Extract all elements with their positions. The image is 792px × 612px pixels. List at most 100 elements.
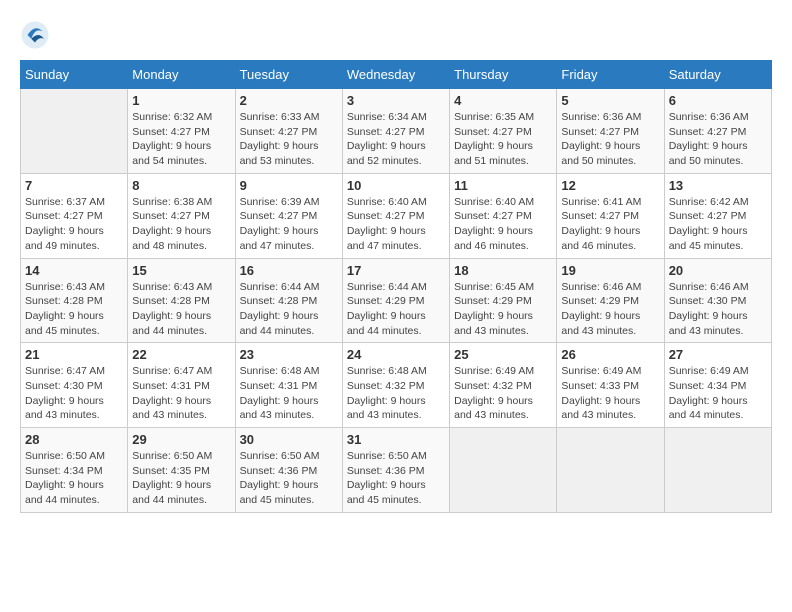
calendar-table: SundayMondayTuesdayWednesdayThursdayFrid…: [20, 60, 772, 513]
calendar-cell: 29Sunrise: 6:50 AM Sunset: 4:35 PM Dayli…: [128, 428, 235, 513]
calendar-cell: 30 Sunrise: 6:50 AM Sunset: 4:36 PM Dayli…: [235, 428, 342, 513]
calendar-cell: 14 Sunrise: 6:43 AM Sunset: 4:28 PM Dayli…: [21, 258, 128, 343]
day-number: 9: [240, 178, 338, 193]
day-number: 20: [669, 263, 767, 278]
calendar-cell: 31 Sunrise: 6:50 AM Sunset: 4:36 PM Dayli…: [342, 428, 449, 513]
day-info: Sunrise: 6:50 AM Sunset: 4:35 PM Dayligh…: [132, 449, 230, 508]
calendar-cell: 21Sunrise: 6:47 AM Sunset: 4:30 PM Dayli…: [21, 343, 128, 428]
day-number: 14: [25, 263, 123, 278]
calendar-cell: 1 Sunrise: 6:32 AM Sunset: 4:27 PM Daylig…: [128, 89, 235, 174]
day-info: Sunrise: 6:40 AM Sunset: 4:27 PM Dayligh…: [347, 195, 445, 254]
day-number: 16: [240, 263, 338, 278]
calendar-cell: 17 Sunrise: 6:44 AM Sunset: 4:29 PM Dayli…: [342, 258, 449, 343]
calendar-cell: 20Sunrise: 6:46 AM Sunset: 4:30 PM Dayli…: [664, 258, 771, 343]
day-info: Sunrise: 6:43 AM Sunset: 4:28 PM Dayligh…: [132, 280, 230, 339]
calendar-header: SundayMondayTuesdayWednesdayThursdayFrid…: [21, 61, 772, 89]
day-number: 26: [561, 347, 659, 362]
weekday-header-monday: Monday: [128, 61, 235, 89]
day-number: 30: [240, 432, 338, 447]
day-number: 27: [669, 347, 767, 362]
calendar-cell: 26 Sunrise: 6:49 AM Sunset: 4:33 PM Dayli…: [557, 343, 664, 428]
logo: [20, 20, 55, 50]
calendar-body: 1 Sunrise: 6:32 AM Sunset: 4:27 PM Daylig…: [21, 89, 772, 513]
day-info: Sunrise: 6:40 AM Sunset: 4:27 PM Dayligh…: [454, 195, 552, 254]
day-info: Sunrise: 6:36 AM Sunset: 4:27 PM Dayligh…: [669, 110, 767, 169]
day-info: Sunrise: 6:41 AM Sunset: 4:27 PM Dayligh…: [561, 195, 659, 254]
day-number: 25: [454, 347, 552, 362]
weekday-header-tuesday: Tuesday: [235, 61, 342, 89]
day-number: 4: [454, 93, 552, 108]
weekday-header-wednesday: Wednesday: [342, 61, 449, 89]
calendar-cell: 19Sunrise: 6:46 AM Sunset: 4:29 PM Dayli…: [557, 258, 664, 343]
calendar-cell: 4 Sunrise: 6:35 AM Sunset: 4:27 PM Daylig…: [450, 89, 557, 174]
day-number: 24: [347, 347, 445, 362]
calendar-cell: 10 Sunrise: 6:40 AM Sunset: 4:27 PM Dayli…: [342, 173, 449, 258]
calendar-week-1: 1 Sunrise: 6:32 AM Sunset: 4:27 PM Daylig…: [21, 89, 772, 174]
day-number: 28: [25, 432, 123, 447]
weekday-header-saturday: Saturday: [664, 61, 771, 89]
calendar-cell: 7Sunrise: 6:37 AM Sunset: 4:27 PM Daylig…: [21, 173, 128, 258]
calendar-cell: 22 Sunrise: 6:47 AM Sunset: 4:31 PM Dayli…: [128, 343, 235, 428]
day-info: Sunrise: 6:39 AM Sunset: 4:27 PM Dayligh…: [240, 195, 338, 254]
day-info: Sunrise: 6:32 AM Sunset: 4:27 PM Dayligh…: [132, 110, 230, 169]
calendar-cell: 8Sunrise: 6:38 AM Sunset: 4:27 PM Daylig…: [128, 173, 235, 258]
calendar-cell: 3 Sunrise: 6:34 AM Sunset: 4:27 PM Daylig…: [342, 89, 449, 174]
calendar-cell: 2 Sunrise: 6:33 AM Sunset: 4:27 PM Daylig…: [235, 89, 342, 174]
calendar-cell: 15Sunrise: 6:43 AM Sunset: 4:28 PM Dayli…: [128, 258, 235, 343]
calendar-week-4: 21Sunrise: 6:47 AM Sunset: 4:30 PM Dayli…: [21, 343, 772, 428]
day-info: Sunrise: 6:50 AM Sunset: 4:36 PM Dayligh…: [347, 449, 445, 508]
day-info: Sunrise: 6:38 AM Sunset: 4:27 PM Dayligh…: [132, 195, 230, 254]
day-number: 31: [347, 432, 445, 447]
day-number: 22: [132, 347, 230, 362]
day-number: 17: [347, 263, 445, 278]
calendar-cell: 24Sunrise: 6:48 AM Sunset: 4:32 PM Dayli…: [342, 343, 449, 428]
logo-icon: [20, 20, 50, 50]
calendar-cell: 16 Sunrise: 6:44 AM Sunset: 4:28 PM Dayli…: [235, 258, 342, 343]
weekday-header-thursday: Thursday: [450, 61, 557, 89]
day-number: 6: [669, 93, 767, 108]
day-info: Sunrise: 6:50 AM Sunset: 4:36 PM Dayligh…: [240, 449, 338, 508]
calendar-cell: 12 Sunrise: 6:41 AM Sunset: 4:27 PM Dayli…: [557, 173, 664, 258]
calendar-cell: [557, 428, 664, 513]
day-number: 2: [240, 93, 338, 108]
day-info: Sunrise: 6:43 AM Sunset: 4:28 PM Dayligh…: [25, 280, 123, 339]
calendar-cell: 25 Sunrise: 6:49 AM Sunset: 4:32 PM Dayli…: [450, 343, 557, 428]
calendar-cell: 11Sunrise: 6:40 AM Sunset: 4:27 PM Dayli…: [450, 173, 557, 258]
day-info: Sunrise: 6:33 AM Sunset: 4:27 PM Dayligh…: [240, 110, 338, 169]
calendar-cell: [21, 89, 128, 174]
day-number: 21: [25, 347, 123, 362]
calendar-cell: [450, 428, 557, 513]
day-info: Sunrise: 6:44 AM Sunset: 4:29 PM Dayligh…: [347, 280, 445, 339]
calendar-cell: 28Sunrise: 6:50 AM Sunset: 4:34 PM Dayli…: [21, 428, 128, 513]
day-info: Sunrise: 6:46 AM Sunset: 4:29 PM Dayligh…: [561, 280, 659, 339]
day-number: 10: [347, 178, 445, 193]
day-info: Sunrise: 6:42 AM Sunset: 4:27 PM Dayligh…: [669, 195, 767, 254]
day-info: Sunrise: 6:36 AM Sunset: 4:27 PM Dayligh…: [561, 110, 659, 169]
calendar-cell: 23 Sunrise: 6:48 AM Sunset: 4:31 PM Dayli…: [235, 343, 342, 428]
weekday-row: SundayMondayTuesdayWednesdayThursdayFrid…: [21, 61, 772, 89]
calendar-cell: 27 Sunrise: 6:49 AM Sunset: 4:34 PM Dayli…: [664, 343, 771, 428]
day-info: Sunrise: 6:49 AM Sunset: 4:32 PM Dayligh…: [454, 364, 552, 423]
day-info: Sunrise: 6:48 AM Sunset: 4:31 PM Dayligh…: [240, 364, 338, 423]
day-info: Sunrise: 6:35 AM Sunset: 4:27 PM Dayligh…: [454, 110, 552, 169]
calendar-cell: 13 Sunrise: 6:42 AM Sunset: 4:27 PM Dayli…: [664, 173, 771, 258]
calendar-cell: 18 Sunrise: 6:45 AM Sunset: 4:29 PM Dayli…: [450, 258, 557, 343]
day-number: 13: [669, 178, 767, 193]
day-number: 1: [132, 93, 230, 108]
day-info: Sunrise: 6:44 AM Sunset: 4:28 PM Dayligh…: [240, 280, 338, 339]
day-number: 18: [454, 263, 552, 278]
day-info: Sunrise: 6:34 AM Sunset: 4:27 PM Dayligh…: [347, 110, 445, 169]
day-info: Sunrise: 6:45 AM Sunset: 4:29 PM Dayligh…: [454, 280, 552, 339]
day-number: 3: [347, 93, 445, 108]
day-info: Sunrise: 6:47 AM Sunset: 4:31 PM Dayligh…: [132, 364, 230, 423]
calendar-cell: 6 Sunrise: 6:36 AM Sunset: 4:27 PM Daylig…: [664, 89, 771, 174]
calendar-cell: [664, 428, 771, 513]
calendar-cell: 9 Sunrise: 6:39 AM Sunset: 4:27 PM Daylig…: [235, 173, 342, 258]
calendar-week-2: 7Sunrise: 6:37 AM Sunset: 4:27 PM Daylig…: [21, 173, 772, 258]
day-number: 23: [240, 347, 338, 362]
day-info: Sunrise: 6:49 AM Sunset: 4:33 PM Dayligh…: [561, 364, 659, 423]
calendar-cell: 5Sunrise: 6:36 AM Sunset: 4:27 PM Daylig…: [557, 89, 664, 174]
weekday-header-friday: Friday: [557, 61, 664, 89]
day-number: 12: [561, 178, 659, 193]
day-info: Sunrise: 6:49 AM Sunset: 4:34 PM Dayligh…: [669, 364, 767, 423]
